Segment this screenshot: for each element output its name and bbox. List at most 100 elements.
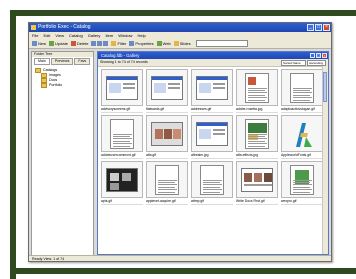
gallery-item[interactable]: addresses.gif [191, 69, 233, 113]
gallery-item-filename: Write Docs First.gif [236, 199, 278, 205]
gallery-item-filename: flatwards.gif [146, 107, 188, 113]
close-button[interactable]: × [323, 24, 330, 31]
toolbar-filter-label: Filter [117, 41, 127, 46]
minimize-button[interactable]: _ [307, 24, 314, 31]
menu-edit[interactable]: Edit [43, 32, 50, 39]
toolbar-delete-button[interactable]: Delete [70, 41, 89, 46]
gallery-item[interactable]: aflrealm.jpg [191, 115, 233, 159]
menu-gallery[interactable]: Gallery [88, 32, 101, 39]
thumbnail-grid: advisoryscreens.gif flatwards.gif addresse… [101, 69, 323, 205]
thumbnail-frame[interactable] [101, 161, 143, 198]
view-list-icon [97, 41, 103, 46]
thumbnail-image [241, 167, 273, 192]
gallery-item[interactable]: alfa-effects.jpg [236, 115, 278, 159]
thumbnail-image [290, 119, 314, 149]
gallery-item-filename: addresses.gif [191, 107, 233, 113]
gallery-item[interactable]: flatwards.gif [146, 69, 188, 113]
gallery-item[interactable]: AppleworldFonts.gif [281, 115, 323, 159]
gallery-item[interactable]: apts.gif [101, 161, 143, 205]
catalog-window-controls: _ □ × [310, 53, 327, 58]
thumbnail-frame[interactable] [281, 69, 323, 106]
thumbnail-frame[interactable] [146, 69, 188, 106]
catalog-gallery-window: Catalog.fdb - Gallery _ □ × Showing 1 to… [97, 51, 329, 255]
thumbnail-frame[interactable] [146, 115, 188, 152]
sort-select[interactable]: Sorted Name [281, 60, 306, 66]
thumbnail-image [245, 118, 269, 149]
toolbar-filter-button[interactable]: Filter [111, 41, 126, 46]
gallery-item[interactable]: alfa.gif [146, 115, 188, 159]
gallery-item-filename: adobe-rosetta.jpg [236, 107, 278, 113]
new-icon [32, 41, 37, 46]
thumbnail-frame[interactable] [101, 115, 143, 152]
toolbar-slides-button[interactable]: Slides [173, 41, 191, 46]
tab-previews[interactable]: Previews [50, 58, 74, 65]
menu-bar: File Edit View Catalog Gallery Item Wind… [29, 32, 331, 39]
thumbnail-frame[interactable] [281, 161, 323, 198]
gallery-item[interactable]: attmp.gif [191, 161, 233, 205]
tree-node-label: Portfolio [49, 83, 63, 87]
toolbar-new-button[interactable]: New [32, 41, 46, 46]
gallery-item-filename: apts.gif [101, 199, 143, 205]
menu-help[interactable]: Help [137, 32, 145, 39]
gallery-item[interactable]: Write Docs First.gif [236, 161, 278, 205]
gallery-item[interactable]: adobe-rosetta.jpg [236, 69, 278, 113]
slides-icon [173, 41, 179, 46]
gallery-item[interactable]: advisoryscreens.gif [101, 69, 143, 113]
catalog-info-bar: Showing 1 to 74 of 74 records Sorted Nam… [98, 59, 328, 67]
folder-tree-panel: Folder Tree Main Previews Favs Catalogs … [31, 51, 94, 257]
gallery-item-filename: wexpro.gif [281, 199, 323, 205]
view-icon [91, 41, 97, 46]
gallery-item-filename: alfa-effects.jpg [236, 153, 278, 159]
thumbnail-frame[interactable] [191, 69, 233, 106]
toolbar-properties-button[interactable]: Properties [129, 41, 154, 46]
gallery-item-filename: attmp.gif [191, 199, 233, 205]
menu-catalog[interactable]: Catalog [69, 32, 83, 39]
gallery-item[interactable]: adobeusercommunt.gif [101, 115, 143, 159]
thumbnail-frame[interactable] [236, 161, 278, 198]
gallery-item[interactable]: applevet-acquire.gif [146, 161, 188, 205]
menu-file[interactable]: File [32, 32, 38, 39]
app-window: Portfolio Exec - Catalog _ □ × File Edit… [28, 22, 332, 262]
thumbnail-frame[interactable] [281, 115, 323, 152]
catalog-close-button[interactable]: × [322, 53, 327, 58]
menu-item[interactable]: Item [105, 32, 113, 39]
thumbnail-frame[interactable] [101, 69, 143, 106]
toolbar-update-button[interactable]: Update [49, 41, 68, 46]
toolbar-search-field[interactable] [195, 40, 248, 47]
catalog-maximize-button[interactable]: □ [316, 53, 321, 58]
window-controls: _ □ × [307, 24, 330, 31]
main-toolbar: New Update Delete Filter Properties Web … [29, 39, 331, 49]
toolbar-new-label: New [38, 41, 47, 46]
thumbnail-image [110, 118, 134, 149]
vertical-scrollbar[interactable] [322, 66, 328, 254]
folder-icon [41, 83, 47, 88]
tree-node-portfolio[interactable]: Portfolio [35, 83, 90, 88]
thumbnail-image [290, 164, 314, 195]
gallery-item[interactable]: adaptoactiovslogan.gif [281, 69, 323, 113]
toolbar-delete-label: Delete [76, 41, 89, 46]
gallery-item[interactable]: wexpro.gif [281, 161, 323, 205]
catalog-minimize-button[interactable]: _ [310, 53, 315, 58]
thumbnail-frame[interactable] [146, 161, 188, 198]
thumbnail-frame[interactable] [191, 161, 233, 198]
thumbnail-image [290, 72, 314, 103]
toolbar-web-label: Web [162, 41, 171, 46]
view-thumbs-icon [103, 41, 109, 46]
menu-window[interactable]: Window [118, 32, 132, 39]
scrollbar-thumb[interactable] [323, 72, 327, 102]
gallery-item-filename: AppleworldFonts.gif [281, 153, 323, 159]
toolbar-web-button[interactable]: Web [156, 41, 171, 46]
toolbar-view-buttons[interactable] [91, 41, 109, 46]
toolbar-update-label: Update [55, 41, 68, 46]
catalog-title: Catalog.fdb - Gallery [101, 53, 140, 58]
left-panel-tabs: Main Previews Favs [32, 57, 93, 66]
app-title: Portfolio Exec - Catalog [38, 24, 91, 30]
tab-favs[interactable]: Favs [74, 58, 91, 65]
maximize-button[interactable]: □ [315, 24, 322, 31]
thumbnail-frame[interactable] [191, 115, 233, 152]
thumbnail-frame[interactable] [236, 69, 278, 106]
thumbnail-frame[interactable] [236, 115, 278, 152]
gallery-item-filename: aflrealm.jpg [191, 153, 233, 159]
tab-main[interactable]: Main [34, 58, 50, 65]
menu-view[interactable]: View [55, 32, 64, 39]
